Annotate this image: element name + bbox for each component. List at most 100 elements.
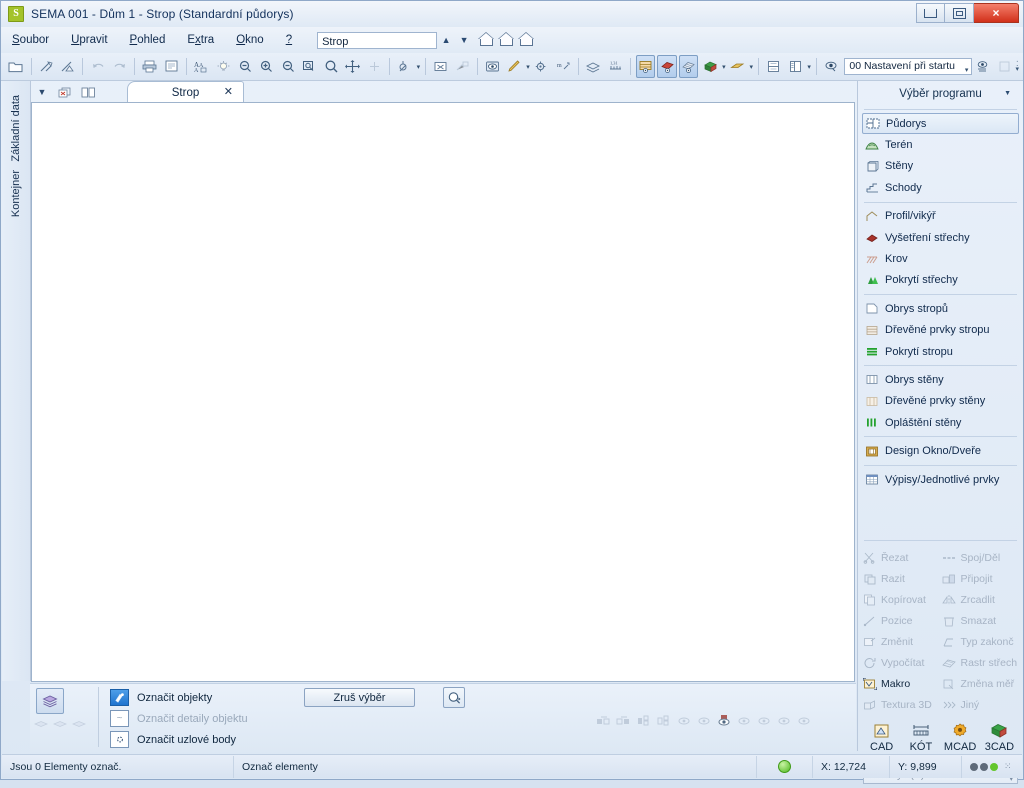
command-rastr-strech[interactable]: Rastr střech <box>942 653 1022 673</box>
command-rezat[interactable]: Řezat <box>862 548 942 568</box>
command-spoj-del[interactable]: Spoj/Děl <box>942 548 1022 568</box>
print-icon[interactable] <box>140 55 160 78</box>
visibility-settings-icon[interactable] <box>973 55 993 78</box>
open-folder-icon[interactable] <box>6 55 26 78</box>
zoom-out-icon[interactable] <box>235 55 255 78</box>
visibility-icon[interactable] <box>822 55 842 78</box>
sidebar-item-obrys-steny[interactable]: Obrys stěny <box>858 369 1023 390</box>
drawing-canvas[interactable] <box>31 102 855 682</box>
mode-kot[interactable]: KÓT <box>901 721 940 753</box>
menu-okno[interactable]: Okno <box>225 31 275 49</box>
command-zmena-meritka[interactable]: Změna měř <box>942 674 1022 694</box>
close-window-icon[interactable] <box>57 84 73 100</box>
clear-selection-button[interactable]: Zruš výběr <box>304 688 415 707</box>
storey-up-button[interactable]: ▲ <box>437 35 455 45</box>
toolbar-overflow-button[interactable]: ⁚ ▾ <box>1015 61 1019 73</box>
storey-input[interactable]: Strop <box>317 31 438 49</box>
command-kopirovat[interactable]: Kopírovat <box>862 590 942 610</box>
3d-dropdown-caret[interactable]: ▾ <box>721 56 727 77</box>
close-button[interactable]: × <box>974 3 1019 23</box>
sidebar-item-drevene-prvky-stropu[interactable]: Dřevěné prvky stropu <box>858 320 1023 341</box>
sidebar-item-schody[interactable]: Schody <box>858 177 1023 198</box>
print-preview-icon[interactable] <box>162 55 182 78</box>
menu-soubor[interactable]: Soubor <box>1 31 60 49</box>
sidebar-item-obrys-stropu[interactable]: Obrys stropů <box>858 298 1023 319</box>
command-zmenit[interactable]: Změnit <box>862 632 942 652</box>
clip-icon[interactable] <box>728 55 748 78</box>
layers-icon[interactable] <box>36 688 64 714</box>
command-makro[interactable]: Makro <box>862 674 942 694</box>
mode-mcad[interactable]: MCAD <box>941 721 980 753</box>
command-razit[interactable]: Razit <box>862 569 942 589</box>
view-grid-remove-icon[interactable] <box>655 712 672 728</box>
close-icon[interactable]: ✕ <box>224 85 233 98</box>
3d-view-icon[interactable] <box>700 55 720 78</box>
chevron-down-icon[interactable]: ▼ <box>34 84 50 100</box>
pen-dropdown-caret[interactable]: ▾ <box>525 56 531 77</box>
split-horizontal-icon[interactable] <box>764 55 784 78</box>
sidebar-item-pokryti-strechy[interactable]: Pokrytí střechy <box>858 270 1023 291</box>
menu-pohled[interactable]: Pohled <box>119 31 177 49</box>
storey-down-button[interactable]: ▼ <box>455 35 473 45</box>
sidebar-item-design-okno-dvere[interactable]: Design Okno/Dveře <box>858 440 1023 461</box>
clip-dropdown-caret[interactable]: ▾ <box>748 56 754 77</box>
basic-data-tab-label[interactable]: Základní data <box>10 95 22 162</box>
sidebar-item-teren[interactable]: Terén <box>858 134 1023 155</box>
zoom-all-icon[interactable] <box>321 55 341 78</box>
settings-gear-icon[interactable] <box>532 55 552 78</box>
command-smazat[interactable]: Smazat <box>942 611 1022 631</box>
maximize-button[interactable] <box>945 3 974 23</box>
sidebar-item-pokryti-stropu[interactable]: Pokrytí stropu <box>858 341 1023 362</box>
split-vertical-icon[interactable] <box>786 55 806 78</box>
visibility-1-icon[interactable] <box>675 712 692 728</box>
visibility-active-icon[interactable] <box>715 712 732 728</box>
sidebar-item-profil-vikyr[interactable]: Profil/vikýř <box>858 206 1023 227</box>
minimize-button[interactable] <box>916 3 945 23</box>
command-zrcadlit[interactable]: Zrcadlit <box>942 590 1022 610</box>
light-bulb-icon[interactable] <box>214 55 234 78</box>
pan-icon[interactable] <box>343 55 363 78</box>
layer-option-1-icon[interactable] <box>33 717 49 733</box>
menu-help[interactable]: ? <box>275 31 303 49</box>
eye-icon[interactable] <box>483 55 503 78</box>
sidebar-item-steny[interactable]: Stěny <box>858 156 1023 177</box>
rotate-icon[interactable] <box>365 55 385 78</box>
sidebar-item-drevene-prvky-steny[interactable]: Dřevěné prvky stěny <box>858 391 1023 412</box>
document-tab-strop[interactable]: Strop ✕ <box>127 81 244 104</box>
view-grid-add-icon[interactable] <box>635 712 652 728</box>
zoom-in-icon[interactable] <box>257 55 277 78</box>
layer-option-3-icon[interactable] <box>71 717 87 733</box>
sidebar-item-krov[interactable]: Krov <box>858 248 1023 269</box>
tile-windows-icon[interactable] <box>80 84 96 100</box>
sidebar-item-pudorys[interactable]: Půdorys <box>862 113 1019 135</box>
view-left-icon[interactable] <box>595 712 612 728</box>
command-vypocitat[interactable]: Vypočítat <box>862 653 942 673</box>
cut-roof-icon[interactable] <box>36 55 56 78</box>
left-docked-panel[interactable]: Základní data Kontejner <box>2 81 31 681</box>
resize-grip-icon[interactable]: ⁙ <box>1004 761 1011 772</box>
storey-first-icon[interactable] <box>478 32 495 47</box>
sidebar-item-oplasteni-steny[interactable]: Opláštění stěny <box>858 412 1023 433</box>
startup-settings-combo[interactable]: 00 Nastavení při startu ▾ <box>844 58 973 75</box>
visibility-5-icon[interactable] <box>775 712 792 728</box>
view-plan-icon[interactable] <box>635 55 656 78</box>
measure-icon[interactable] <box>453 55 473 78</box>
view-wire-icon[interactable] <box>678 55 699 78</box>
mode-cad[interactable]: CAD <box>862 721 901 753</box>
magnifier-select-icon[interactable] <box>443 687 465 708</box>
erase-icon[interactable] <box>431 55 451 78</box>
cut-angle-icon[interactable] <box>58 55 78 78</box>
menu-extra[interactable]: Extra <box>176 31 225 49</box>
split-dropdown-caret[interactable]: ▾ <box>806 56 812 77</box>
container-tab-label[interactable]: Kontejner <box>10 170 22 217</box>
redo-icon[interactable] <box>110 55 130 78</box>
sidebar-item-vysetreni-strechy[interactable]: Vyšetření střechy <box>858 227 1023 248</box>
view-right-icon[interactable] <box>615 712 632 728</box>
visibility-2-icon[interactable] <box>695 712 712 728</box>
command-jiny[interactable]: Jiný <box>942 695 1022 715</box>
command-typ-zakonceni[interactable]: Typ zakonč <box>942 632 1022 652</box>
selection-row-nodes[interactable]: Označit uzlové body <box>110 729 248 750</box>
undo-icon[interactable] <box>88 55 108 78</box>
command-pozice[interactable]: Pozice <box>862 611 942 631</box>
storey-current-icon[interactable] <box>498 32 515 47</box>
